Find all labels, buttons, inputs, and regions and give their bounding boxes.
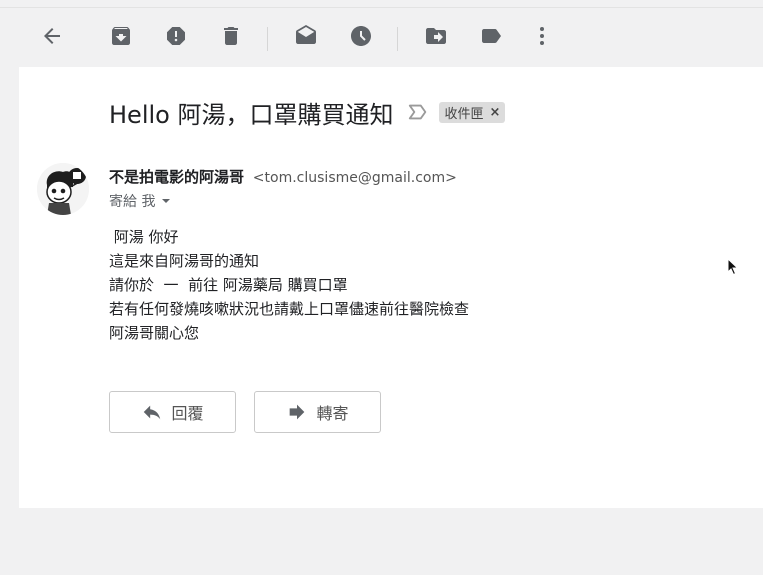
avatar[interactable] <box>37 163 89 215</box>
toolbar-divider <box>267 27 268 51</box>
body-line: 若有任何發燒咳嗽狀況也請戴上口罩儘速前往醫院檢查 <box>109 300 470 318</box>
body-line: 請你於 一 前往 阿湯藥局 購買口罩 <box>109 276 348 294</box>
body-line: 阿湯哥關心您 <box>109 324 200 342</box>
forward-label: 轉寄 <box>316 404 349 423</box>
body-line: 阿湯 你好 <box>109 228 179 246</box>
label-icon <box>482 29 501 43</box>
recipient-text: 寄給 我 <box>109 194 156 210</box>
trash-icon <box>224 27 238 45</box>
show-details-chevron-down-icon[interactable] <box>161 196 171 206</box>
importance-marker-icon[interactable] <box>407 101 429 123</box>
body-line: 這是來自阿湯哥的通知 <box>109 252 260 270</box>
delete-button[interactable] <box>219 24 243 48</box>
move-to-button[interactable] <box>424 24 448 48</box>
reply-label: 回覆 <box>171 404 204 423</box>
reply-button[interactable]: 回覆 <box>109 391 236 433</box>
archive-button[interactable] <box>109 24 133 48</box>
inbox-label-chip: 收件匣 × <box>439 101 506 123</box>
label-chip-text: 收件匣 <box>444 106 484 122</box>
clock-icon <box>351 26 371 46</box>
labels-button[interactable] <box>479 24 503 48</box>
move-to-icon <box>426 28 446 44</box>
back-button[interactable] <box>40 24 64 48</box>
forward-icon <box>290 404 305 420</box>
more-vert-icon <box>540 27 544 45</box>
top-border <box>0 0 763 8</box>
sender-email: <tom.clusisme@gmail.com> <box>252 170 457 186</box>
mark-unread-icon <box>296 25 316 44</box>
sender-name[interactable]: 不是拍電影的阿湯哥 <box>109 168 244 186</box>
email-body: 阿湯 你好 這是來自阿湯哥的通知 請你於 一 前往 阿湯藥局 購買口罩 若有任何… <box>109 225 469 345</box>
arrow-left-icon <box>44 28 60 44</box>
archive-icon <box>112 27 130 45</box>
toolbar-divider <box>397 27 398 51</box>
mouse-pointer-icon <box>727 258 739 276</box>
recipient-line: 寄給 我 <box>109 191 171 211</box>
email-subject: Hello 阿湯，口罩購買通知 <box>109 100 394 129</box>
sender-line: 不是拍電影的阿湯哥 <tom.clusisme@gmail.com> <box>109 166 457 187</box>
report-spam-button[interactable] <box>164 24 188 48</box>
remove-label-icon[interactable]: × <box>489 105 500 120</box>
forward-button[interactable]: 轉寄 <box>254 391 381 433</box>
subject-row: Hello 阿湯，口罩購買通知 收件匣 × <box>109 95 506 129</box>
reply-icon <box>144 405 161 420</box>
email-toolbar <box>0 8 763 67</box>
report-spam-icon <box>167 27 185 45</box>
more-button[interactable] <box>530 24 554 48</box>
mark-unread-button[interactable] <box>294 24 318 48</box>
snooze-button[interactable] <box>349 24 373 48</box>
email-card: Hello 阿湯，口罩購買通知 收件匣 × 不是拍電影的阿湯哥 <tom.clu… <box>19 67 763 508</box>
